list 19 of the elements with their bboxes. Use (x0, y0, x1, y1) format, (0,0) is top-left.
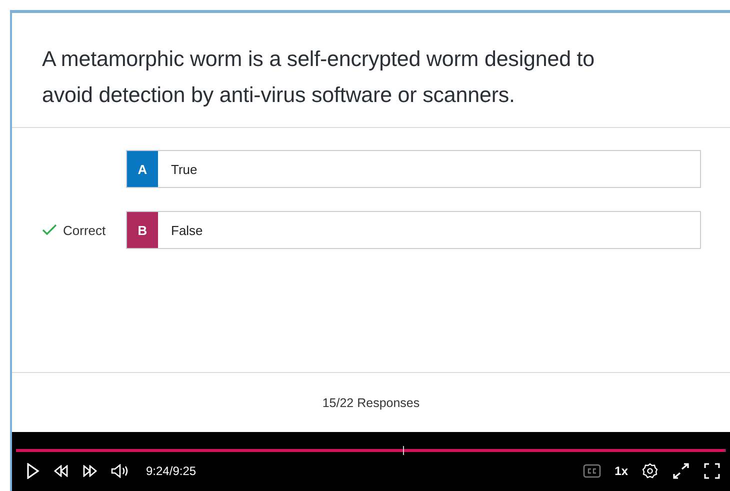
checkmark-icon (42, 224, 57, 236)
expand-icon[interactable] (672, 463, 690, 479)
option-letter: A (127, 151, 158, 187)
question-text: A metamorphic worm is a self-encrypted worm designed to avoid detection by anti-virus software or scanners. (12, 13, 730, 128)
chapter-marker (402, 446, 404, 455)
correct-label: Correct (63, 222, 106, 238)
rewind-icon[interactable] (53, 465, 69, 477)
play-icon[interactable] (26, 463, 40, 479)
option-letter: B (127, 212, 158, 248)
playback-time: 9:24/9:25 (146, 464, 196, 478)
fast-forward-icon[interactable] (82, 465, 98, 477)
captions-icon[interactable] (582, 464, 601, 478)
settings-icon[interactable] (642, 463, 658, 479)
response-count: 15/22 Responses (322, 396, 420, 410)
playback-speed-button[interactable]: 1x (614, 464, 628, 478)
fullscreen-icon[interactable] (704, 463, 720, 479)
volume-icon[interactable] (111, 464, 129, 478)
option-text: True (170, 162, 198, 176)
option-text: False (170, 222, 203, 238)
